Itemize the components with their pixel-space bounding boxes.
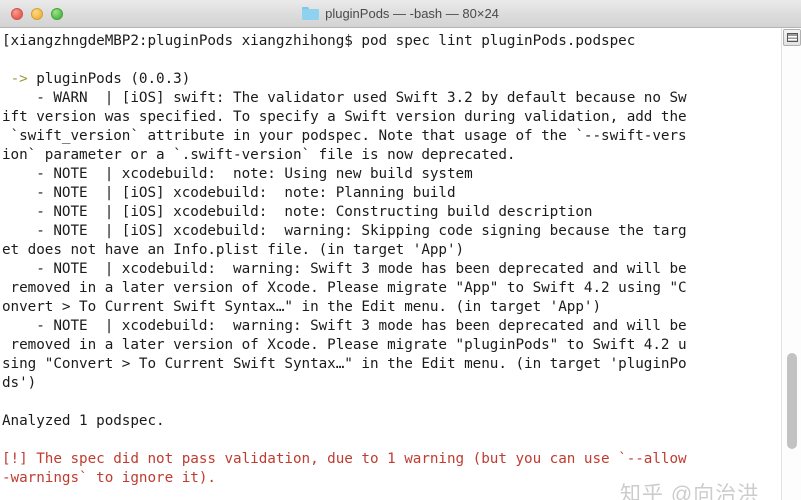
terminal-line: - NOTE | xcodebuild: note: Using new bui… <box>2 166 473 182</box>
terminal-line: [xiangzhngdeMBP2:pluginPods xiangzhihong… <box>2 33 636 49</box>
terminal-line: removed in a later version of Xcode. Ple… <box>2 337 687 353</box>
terminal-line: ion` parameter or a `.swift-version` fil… <box>2 147 516 163</box>
terminal-scrollbar[interactable] <box>786 50 798 496</box>
terminal-line: - NOTE | xcodebuild: warning: Swift 3 mo… <box>2 261 687 277</box>
terminal-line: - NOTE | [iOS] xcodebuild: note: Constru… <box>2 204 593 220</box>
terminal-line: - NOTE | xcodebuild: warning: Swift 3 mo… <box>2 318 687 334</box>
split-pane-icon[interactable] <box>783 29 801 46</box>
terminal-line: - NOTE | [iOS] xcodebuild: warning: Skip… <box>2 223 687 239</box>
terminal-output-screen[interactable]: [xiangzhngdeMBP2:pluginPods xiangzhihong… <box>0 28 781 500</box>
folder-icon <box>302 7 320 20</box>
window-title: pluginPods — -bash — 80×24 <box>325 6 499 21</box>
terminal-right-gutter <box>781 28 801 500</box>
terminal-line: removed in a later version of Xcode. Ple… <box>2 280 687 296</box>
terminal-line: onvert > To Current Swift Syntax…" in th… <box>2 299 602 315</box>
minimize-window-button[interactable] <box>31 7 43 20</box>
terminal-line: - NOTE | [iOS] xcodebuild: note: Plannin… <box>2 185 456 201</box>
window-titlebar[interactable]: pluginPods — -bash — 80×24 <box>0 0 801 28</box>
close-window-button[interactable] <box>11 7 23 20</box>
pod-arrow-marker: -> <box>10 71 28 87</box>
terminal-body[interactable]: [xiangzhngdeMBP2:pluginPods xiangzhihong… <box>0 28 801 500</box>
terminal-scrollbar-thumb[interactable] <box>787 353 797 449</box>
terminal-line: [!] The spec did not pass validation, du… <box>2 451 687 467</box>
terminal-line: sing "Convert > To Current Swift Syntax…… <box>2 356 687 372</box>
zoom-window-button[interactable] <box>51 7 63 20</box>
terminal-line: `swift_version` attribute in your podspe… <box>2 128 687 144</box>
terminal-line: Analyzed 1 podspec. <box>2 413 165 429</box>
terminal-line: -> pluginPods (0.0.3) <box>10 71 191 87</box>
traffic-light-group <box>0 7 63 20</box>
terminal-line: ds') <box>2 375 37 391</box>
terminal-line: et does not have an Info.plist file. (in… <box>2 242 465 258</box>
terminal-line: ift version was specified. To specify a … <box>2 109 687 125</box>
terminal-window: pluginPods — -bash — 80×24 [xiangzhngdeM… <box>0 0 801 500</box>
terminal-line: - WARN | [iOS] swift: The validator used… <box>2 90 687 106</box>
terminal-line: -warnings` to ignore it). <box>2 470 216 486</box>
window-title-group: pluginPods — -bash — 80×24 <box>0 0 801 27</box>
